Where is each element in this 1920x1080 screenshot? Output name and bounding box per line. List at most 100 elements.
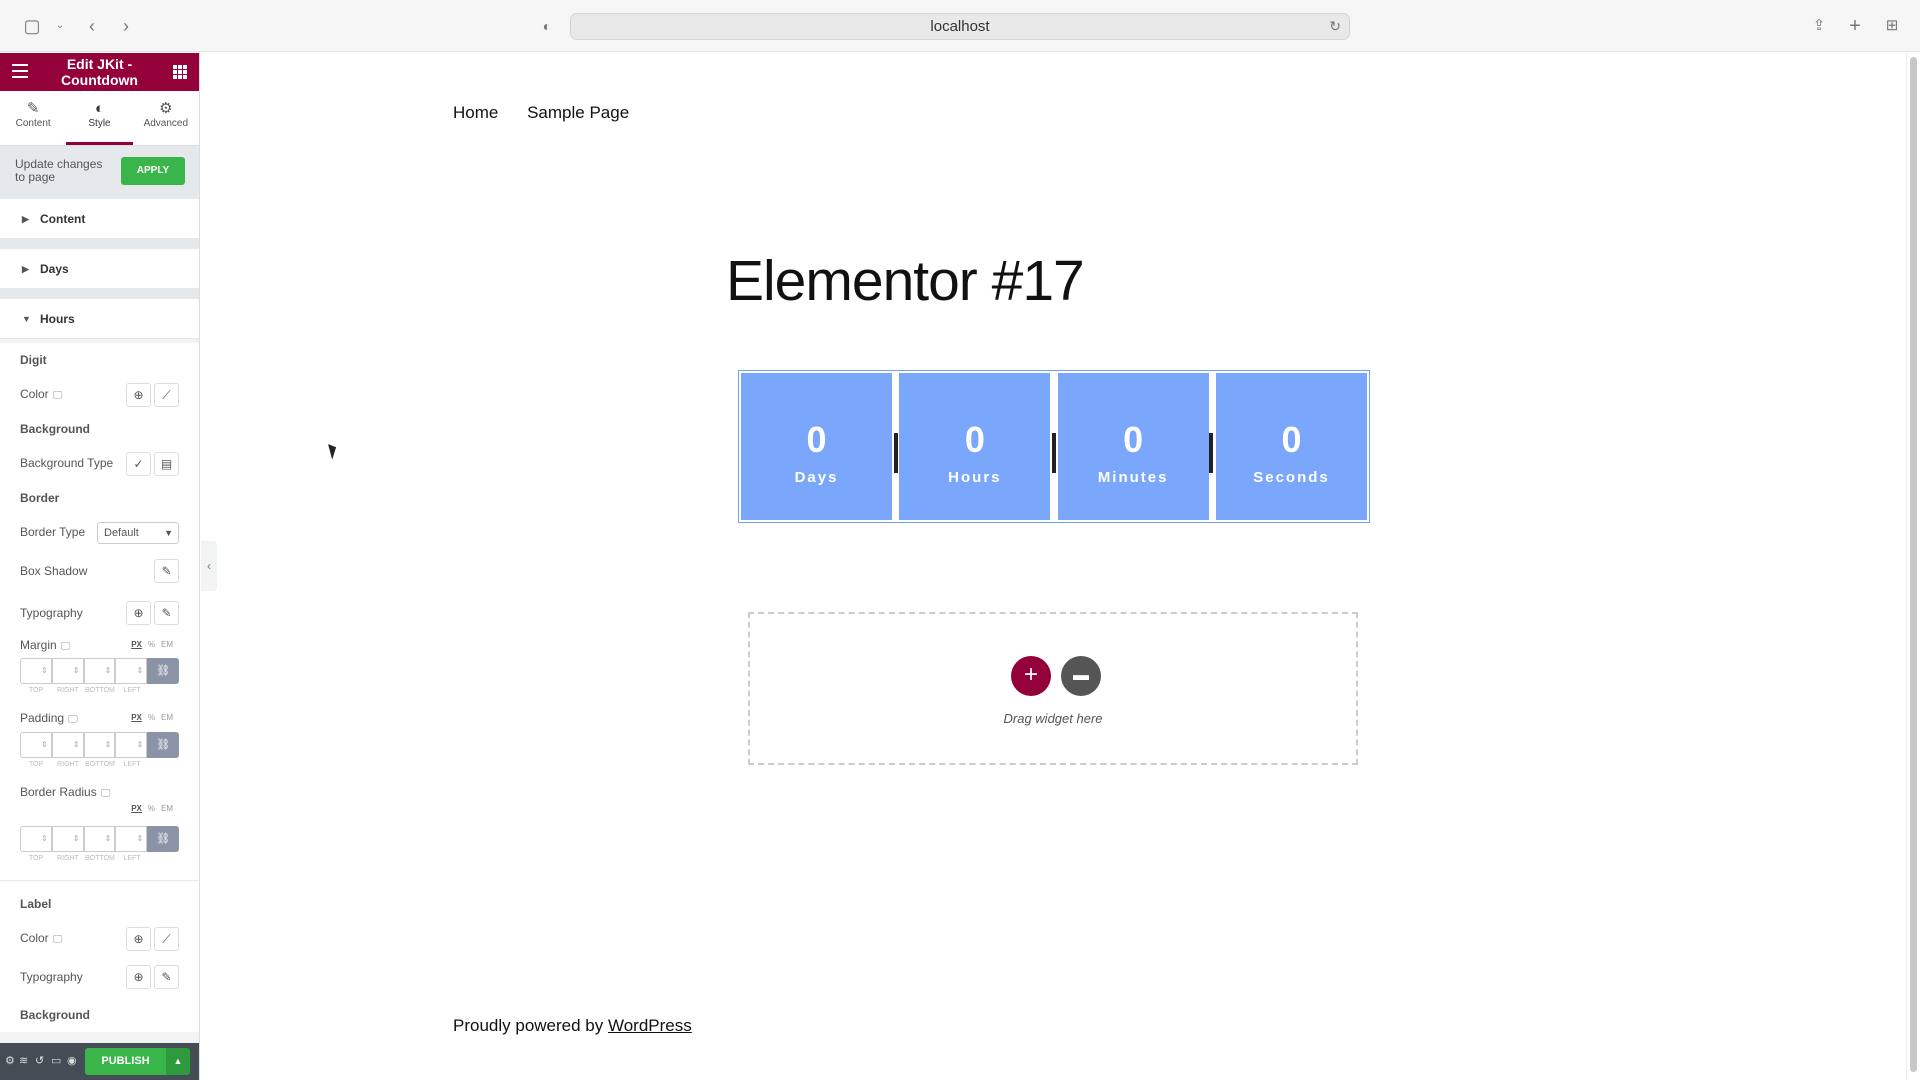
apply-button[interactable]: APPLY (121, 157, 185, 185)
tab-content[interactable]: ✎ Content (0, 91, 66, 145)
sidebar-toggle-icon[interactable]: ▢ (20, 14, 44, 38)
globe-icon[interactable]: ⊕ (126, 383, 151, 407)
color-picker-button[interactable]: ⟋ (154, 383, 179, 407)
pencil-edit-icon[interactable]: ✎ (154, 559, 179, 583)
reload-icon[interactable]: ↻ (1329, 14, 1341, 39)
section-content-label: Content (40, 212, 86, 226)
caret-right-icon: ▶ (22, 214, 29, 224)
link-icon[interactable]: ⛓ (147, 826, 180, 852)
gear-icon[interactable]: ⚙ (5, 1054, 15, 1067)
nav-home[interactable]: Home (453, 103, 498, 122)
radius-left-input[interactable]: ⇕ (115, 826, 148, 852)
monitor-icon[interactable]: 🖵 (53, 934, 63, 945)
link-icon[interactable]: ⛓ (147, 658, 180, 684)
label-color-control: Color 🖵 ⊕ ⟋ (20, 921, 179, 956)
layers-icon[interactable]: ≋ (19, 1054, 28, 1067)
elementor-panel: Edit JKit - Countdown ✎ Content ◐ Style … (0, 53, 200, 1080)
countdown-days: 0 Days (741, 373, 892, 520)
margin-right-input[interactable]: ⇕ (51, 658, 84, 684)
margin-control: Margin 🖵 PX% EM (20, 634, 179, 656)
unit-switcher[interactable]: PX% EM (131, 634, 179, 656)
eye-icon[interactable]: ◉ (67, 1054, 77, 1067)
panel-footer: ⚙ ≋ ↺ ▭ ◉ PUBLISH ▲ (0, 1043, 199, 1080)
border-type-value: Default (104, 527, 139, 539)
add-section-button[interactable]: + (1011, 656, 1051, 696)
scrollbar-thumb[interactable] (1910, 57, 1917, 1072)
globe-icon[interactable]: ⊕ (126, 965, 151, 989)
gear-icon: ⚙ (159, 100, 173, 117)
countdown-separator (1052, 433, 1056, 473)
brush-icon[interactable]: ✓ (126, 452, 151, 476)
countdown-number: 0 (1123, 419, 1144, 460)
shield-icon[interactable]: ◐ (535, 14, 559, 38)
drop-zone[interactable]: + ▬ Drag widget here (748, 612, 1358, 765)
radius-right-input[interactable]: ⇕ (51, 826, 84, 852)
tab-advanced[interactable]: ⚙ Advanced (133, 91, 199, 145)
caret-up-icon[interactable]: ▲ (166, 1048, 190, 1075)
back-icon[interactable]: ‹ (80, 14, 104, 38)
margin-left-input[interactable]: ⇕ (115, 658, 148, 684)
margin-bottom-input[interactable]: ⇕ (83, 658, 116, 684)
folder-icon[interactable]: ▬ (1061, 656, 1101, 696)
monitor-icon[interactable]: 🖵 (68, 714, 78, 725)
section-hours[interactable]: ▼ Hours (0, 299, 199, 339)
chevron-down-icon[interactable]: ⌄ (48, 14, 72, 38)
browser-toolbar: ▢ ⌄ ‹ › ◐ localhost ↻ ⇪ + ⊞ (0, 0, 1920, 52)
hours-controls: Digit Color 🖵 ⊕ ⟋ Background Background T… (0, 343, 199, 1032)
radius-bottom-input[interactable]: ⇕ (83, 826, 116, 852)
monitor-icon[interactable]: 🖵 (53, 390, 63, 401)
unit-switcher[interactable]: PX% EM (131, 804, 179, 813)
globe-icon[interactable]: ⊕ (126, 927, 151, 951)
countdown-number: 0 (964, 419, 985, 460)
monitor-icon[interactable]: 🖵 (101, 788, 111, 799)
section-hours-label: Hours (40, 312, 75, 326)
page-title: Elementor #17 (726, 249, 1085, 313)
background-type-label: Background Type (20, 456, 114, 470)
border-type-control: Border Type Default ▼ (20, 515, 179, 550)
margin-top-input[interactable]: ⇕ (20, 658, 52, 684)
page-canvas: Home Sample Page Elementor #17 0 Days 0 … (201, 53, 1901, 1080)
section-content[interactable]: ▶ Content (0, 199, 199, 239)
padding-top-input[interactable]: ⇕ (20, 732, 52, 758)
padding-bottom-input[interactable]: ⇕ (83, 732, 116, 758)
padding-left-input[interactable]: ⇕ (115, 732, 148, 758)
pencil-icon: ✎ (26, 100, 40, 117)
publish-button[interactable]: PUBLISH (85, 1048, 166, 1075)
hamburger-menu-icon[interactable] (12, 64, 28, 82)
half-circle-icon: ◐ (94, 100, 105, 117)
pencil-edit-icon[interactable]: ✎ (154, 601, 179, 625)
radius-top-input[interactable]: ⇕ (20, 826, 52, 852)
radius-dim-labels: TOP RIGHT BOTTOM LEFT (28, 855, 141, 862)
padding-right-input[interactable]: ⇕ (51, 732, 84, 758)
share-icon[interactable]: ⇪ (1807, 14, 1831, 38)
nav-sample-page[interactable]: Sample Page (527, 103, 629, 122)
pencil-edit-icon[interactable]: ✎ (154, 965, 179, 989)
link-icon[interactable]: ⛓ (147, 732, 180, 758)
border-radius-label: Border Radius (20, 785, 97, 799)
tab-content-label: Content (15, 118, 51, 129)
history-icon[interactable]: ↺ (35, 1054, 44, 1067)
tab-style[interactable]: ◐ Style (66, 91, 133, 145)
wordpress-link[interactable]: WordPress (608, 1016, 692, 1035)
panel-tabs: ✎ Content ◐ Style ⚙ Advanced (0, 91, 199, 146)
unit-switcher[interactable]: PX% EM (131, 706, 179, 730)
countdown-label: Seconds (1253, 469, 1330, 486)
new-tab-icon[interactable]: + (1843, 14, 1867, 38)
tab-overview-icon[interactable]: ⊞ (1880, 14, 1904, 38)
page-scrollbar[interactable] (1906, 53, 1920, 1080)
padding-label: Padding (20, 711, 65, 725)
countdown-separator (1209, 433, 1213, 473)
widgets-grid-icon[interactable] (173, 65, 187, 79)
border-type-select[interactable]: Default ▼ (97, 522, 179, 544)
gradient-icon[interactable]: ▤ (154, 452, 179, 476)
typography-label: Typography (20, 606, 83, 620)
responsive-icon[interactable]: ▭ (51, 1054, 61, 1067)
forward-icon[interactable]: › (114, 14, 138, 38)
section-days[interactable]: ▶ Days (0, 249, 199, 289)
caret-down-icon: ▼ (22, 314, 31, 324)
color-picker-button[interactable]: ⟋ (154, 927, 179, 951)
monitor-icon[interactable]: 🖵 (61, 641, 71, 652)
address-bar[interactable]: localhost ↻ (570, 13, 1350, 40)
globe-icon[interactable]: ⊕ (126, 601, 151, 625)
box-shadow-control: Box Shadow ✎ (20, 550, 179, 592)
